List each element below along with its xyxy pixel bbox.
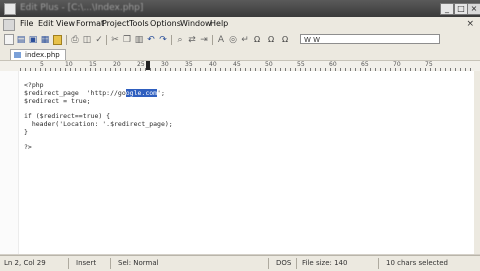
replace-icon[interactable]: ⇄ [187,34,197,45]
status-separator [110,258,111,269]
ruler-mark: 45 [233,61,241,68]
save-icon[interactable]: ▣ [28,34,38,45]
toolbar-combo[interactable]: W W [300,34,440,44]
status-separator [296,258,297,269]
toolbar-separator [212,35,213,45]
ruler-mark: 15 [89,61,97,68]
code-editor[interactable]: <?php $redirect_page 'http://google.com'… [0,71,475,254]
cut-icon[interactable]: ✂ [110,34,120,45]
code-line: $redirect_page 'http://go [24,88,126,97]
font-icon[interactable]: A [216,34,226,45]
open-folder-icon[interactable]: ▤ [16,34,26,45]
ruler-mark: 55 [297,61,305,68]
undo-icon[interactable]: ↶ [146,34,156,45]
toolbar-separator [106,35,107,45]
word-wrap-icon[interactable]: ↵ [240,34,250,45]
find-icon[interactable]: ⌕ [175,34,185,45]
menu-view[interactable]: View [56,19,75,28]
close-document-icon[interactable]: × [466,19,474,29]
browser-icon[interactable]: ◎ [228,34,238,45]
maximize-button[interactable]: □ [454,3,468,15]
menu-project[interactable]: Project [102,19,129,28]
menu-edit[interactable]: Edit [38,19,54,28]
ruler-mark: 75 [425,61,433,68]
status-syntax: Sel: Normal [118,259,159,267]
toolbar-separator [171,35,172,45]
paste-icon[interactable]: ▥ [134,34,144,45]
tab-label: index.php [25,51,60,59]
minimize-button[interactable]: _ [440,3,454,15]
menu-window[interactable]: Window [180,19,212,28]
selected-text: ogle.com [125,88,158,97]
code-line: ?> [24,143,32,152]
ruler-toggle-icon[interactable]: Ω [254,34,260,45]
status-separator [68,258,69,269]
menu-format[interactable]: Format [76,19,104,28]
title-bar: Edit Plus - [C:\...\Index.php] _ □ × [0,0,480,17]
editor-gutter [0,71,19,254]
code-line: <?php [24,81,44,89]
ruler-mark: 25 [137,61,145,68]
code-line: header('Location: '.$redirect_page); [24,119,173,128]
ruler-mark: 60 [329,61,337,68]
document-tab-bar: index.php [0,48,480,60]
code-line-tail: '; [157,88,165,97]
vertical-scrollbar[interactable] [474,71,480,254]
app-icon [4,3,16,15]
menu-help[interactable]: Help [210,19,228,28]
status-mode: Insert [76,259,97,267]
status-bar: Ln 2, Col 29 Insert Sel: Normal DOS File… [0,255,480,271]
code-line: $redirect = true; [24,96,91,105]
open-file-icon[interactable] [53,35,62,45]
save-all-icon[interactable]: ▦ [40,34,50,45]
hex-toggle-icon[interactable]: Ω [268,34,274,45]
status-separator [378,258,379,269]
status-file-size: File size: 140 [302,259,348,267]
print-icon[interactable]: ⎙ [70,34,80,45]
menu-file[interactable]: File [20,19,33,28]
ruler-mark: 20 [113,61,121,68]
ruler-mark: 70 [393,61,401,68]
code-line: if ($redirect==true) { [24,112,111,121]
ruler-mark: 5 [40,61,44,68]
status-separator [268,258,269,269]
redo-icon[interactable]: ↷ [158,34,168,45]
copy-icon[interactable]: ❐ [122,34,132,45]
close-window-button[interactable]: × [467,3,480,15]
ruler-mark: 35 [185,61,193,68]
menu-tools[interactable]: Tools [129,19,149,28]
new-file-icon[interactable] [4,34,14,45]
ruler-mark: 30 [161,61,169,68]
status-selection: 10 chars selected [386,259,449,267]
window-title: Edit Plus - [C:\...\Index.php] [20,3,144,13]
code-text[interactable]: <?php $redirect_page 'http://google.com'… [24,81,173,152]
status-eol: DOS [276,259,292,267]
ruler-mark: 50 [265,61,273,68]
ruler-mark: 65 [361,61,369,68]
document-icon[interactable] [3,19,15,31]
menu-bar: File Edit View Format Project Tools Opti… [0,17,480,32]
line-number-toggle-icon[interactable]: Ω [282,34,288,45]
ruler-mark: 40 [209,61,217,68]
tab-index-php[interactable]: index.php [10,49,66,60]
spell-check-icon[interactable]: ✓ [94,34,104,45]
code-line: } [24,127,28,136]
ruler-mark: 10 [65,61,73,68]
status-position: Ln 2, Col 29 [4,259,46,267]
goto-icon[interactable]: ⇥ [199,34,209,45]
toolbar-separator [66,35,67,45]
menu-options[interactable]: Options [150,19,181,28]
print-preview-icon[interactable]: ◫ [82,34,92,45]
php-file-icon [14,52,21,58]
